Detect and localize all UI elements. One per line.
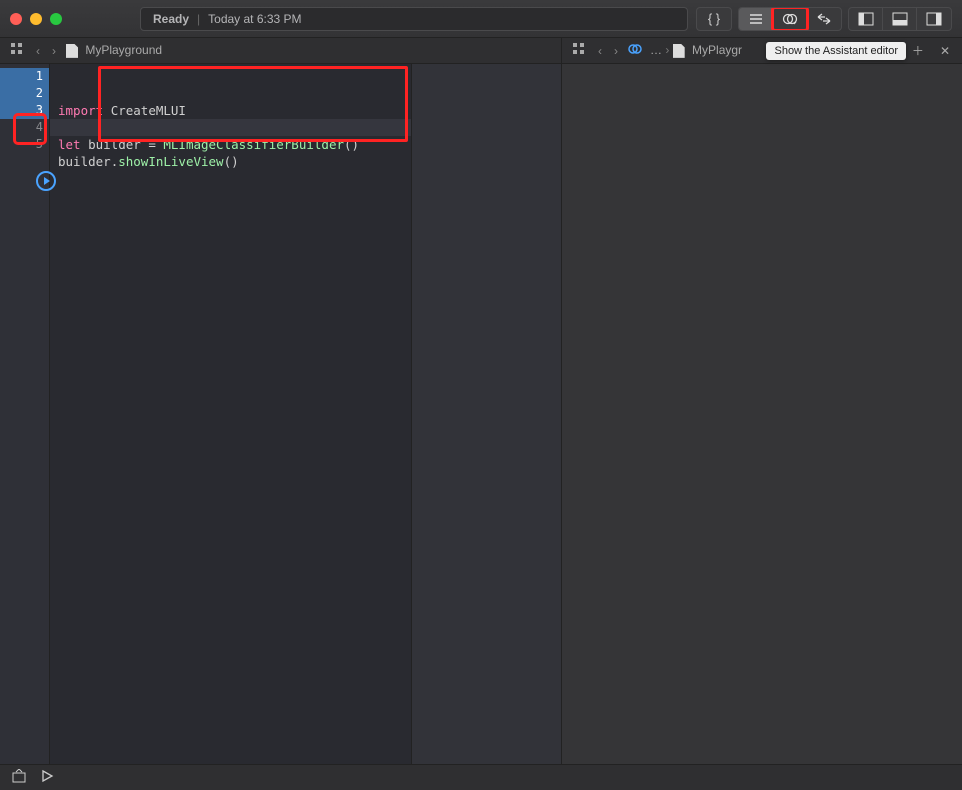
token-type: MLImageClassifierBuilder	[163, 137, 344, 152]
related-items-button[interactable]	[8, 42, 26, 59]
minimize-window-button[interactable]	[30, 13, 42, 25]
jump-bar-primary: ‹ › MyPlayground	[0, 38, 562, 63]
chevron-right-icon: ›	[665, 43, 672, 57]
toggle-debug-console-button[interactable]	[12, 769, 26, 786]
execute-playground-button[interactable]	[40, 769, 54, 786]
add-assistant-tab-button[interactable]: ＋	[908, 42, 928, 59]
zoom-window-button[interactable]	[50, 13, 62, 25]
token-punct: ()	[224, 154, 239, 169]
run-line-annotation	[16, 116, 44, 142]
activity-status: Ready | Today at 6:33 PM	[140, 7, 688, 31]
arrows-icon	[816, 12, 832, 26]
assistant-forward-button[interactable]: ›	[612, 44, 620, 58]
standard-editor-button[interactable]	[739, 8, 773, 30]
play-icon	[40, 769, 54, 783]
swift-file-icon	[66, 44, 78, 58]
token-punct: =	[141, 137, 164, 152]
swift-file-icon	[673, 44, 685, 58]
token-module: CreateMLUI	[111, 103, 186, 118]
assistant-file-label: MyPlaygr	[692, 43, 742, 57]
assistant-editor-pane[interactable]	[562, 64, 962, 764]
editor-mode-group	[738, 7, 842, 31]
source-editor[interactable]: import CreateMLUI let builder = MLImageC…	[50, 64, 411, 764]
assistant-editor-button[interactable]	[773, 8, 807, 30]
token-identifier: builder	[88, 137, 141, 152]
token-identifier: builder	[58, 154, 111, 169]
status-divider: |	[197, 12, 200, 26]
status-label: Ready	[153, 12, 189, 26]
panel-toggle-group	[848, 7, 952, 31]
assistant-ellipsis: …	[650, 43, 662, 57]
back-button[interactable]: ‹	[34, 44, 42, 58]
library-button-group: { }	[696, 7, 732, 31]
breadcrumb-file[interactable]: MyPlayground	[66, 43, 162, 58]
grid-icon	[572, 42, 586, 56]
version-editor-button[interactable]	[807, 8, 841, 30]
token-punct: ()	[344, 137, 359, 152]
code-snippets-button[interactable]: { }	[697, 8, 731, 30]
line-gutter: 1 2 3 4 5	[0, 64, 50, 764]
assistant-related-button[interactable]	[570, 42, 588, 59]
current-line-highlight	[50, 119, 411, 136]
toggle-inspector-button[interactable]	[917, 8, 951, 30]
breadcrumb-file-label: MyPlayground	[85, 43, 162, 57]
toggle-debug-area-button[interactable]	[883, 8, 917, 30]
bottom-panel-icon	[892, 12, 908, 26]
panel-up-icon	[12, 769, 26, 783]
token-method: showInLiveView	[118, 154, 223, 169]
venn-icon	[782, 12, 798, 26]
results-sidebar	[411, 64, 561, 764]
assistant-back-button[interactable]: ‹	[596, 44, 604, 58]
counterparts-icon[interactable]	[628, 43, 642, 58]
grid-icon	[10, 42, 24, 56]
toolbar-right: { }	[696, 7, 952, 31]
lines-icon	[748, 12, 764, 26]
main-split: 1 2 3 4 5 import CreateMLUI let builder …	[0, 64, 962, 764]
debug-bar	[0, 764, 962, 790]
left-panel-icon	[858, 12, 874, 26]
assistant-editor-tooltip: Show the Assistant editor	[766, 42, 906, 60]
source-editor-pane: 1 2 3 4 5 import CreateMLUI let builder …	[0, 64, 562, 764]
line-number[interactable]: 2	[0, 85, 49, 102]
token-keyword: let	[58, 137, 81, 152]
status-time: Today at 6:33 PM	[208, 12, 301, 26]
close-window-button[interactable]	[10, 13, 22, 25]
titlebar: Ready | Today at 6:33 PM { }	[0, 0, 962, 38]
right-panel-icon	[926, 12, 942, 26]
forward-button[interactable]: ›	[50, 44, 58, 58]
braces-icon: { }	[708, 11, 720, 26]
window-controls	[10, 13, 62, 25]
toggle-navigator-button[interactable]	[849, 8, 883, 30]
close-assistant-tab-button[interactable]: ✕	[936, 44, 954, 58]
token-keyword: import	[58, 103, 103, 118]
line-number[interactable]: 1	[0, 68, 49, 85]
